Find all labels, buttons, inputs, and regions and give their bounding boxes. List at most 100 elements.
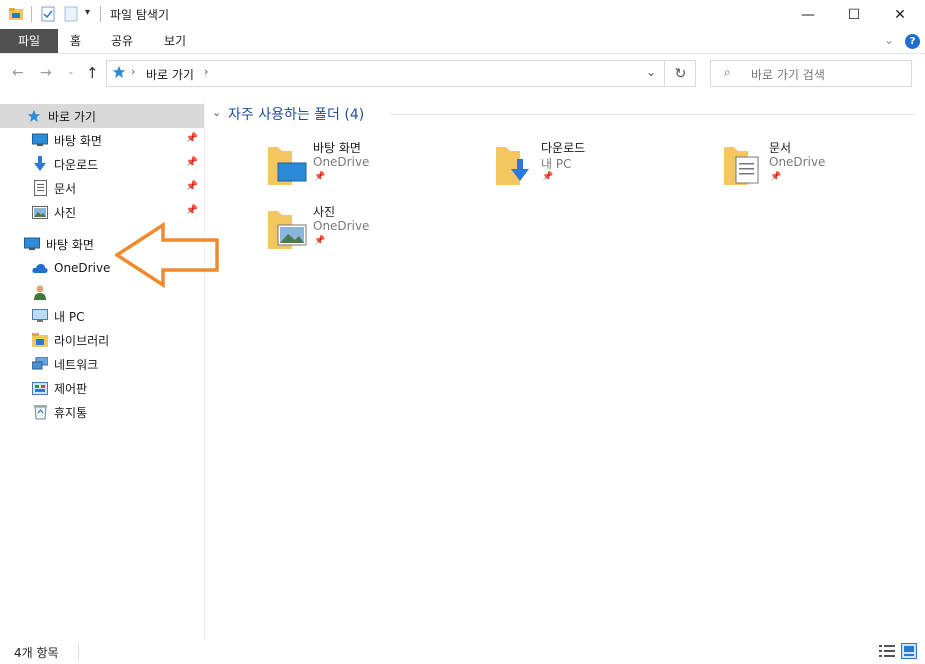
close-button[interactable]: ✕ bbox=[877, 0, 923, 29]
minimize-button[interactable]: — bbox=[785, 0, 831, 29]
up-arrow-icon[interactable]: ↑ bbox=[86, 64, 99, 82]
details-view-icon[interactable] bbox=[879, 644, 895, 661]
refresh-icon: ↻ bbox=[674, 65, 687, 82]
desktop-icon bbox=[24, 236, 40, 252]
pictures-folder-icon bbox=[268, 205, 308, 252]
sidebar-item-label: 문서 bbox=[54, 181, 77, 196]
folder-name: 사진 bbox=[313, 205, 336, 219]
download-icon bbox=[32, 156, 48, 172]
computer-icon bbox=[32, 308, 48, 324]
desktop-icon bbox=[32, 132, 48, 148]
group-header[interactable]: 자주 사용하는 폴더 (4) bbox=[228, 104, 364, 124]
customize-toolbar-icon[interactable]: ▾ bbox=[85, 7, 90, 18]
sidebar-item-label: OneDrive bbox=[54, 261, 111, 275]
search-input[interactable]: ⌕ 바로 가기 검색 bbox=[710, 60, 912, 87]
address-bar[interactable]: › 바로 가기 › ⌄ bbox=[106, 60, 665, 87]
tab-home[interactable]: 홈 bbox=[56, 29, 95, 53]
search-icon: ⌕ bbox=[724, 65, 731, 79]
quick-access-star-icon bbox=[112, 65, 126, 82]
refresh-button[interactable]: ↻ bbox=[666, 60, 696, 87]
separator bbox=[78, 645, 79, 659]
sidebar-item-label: 바로 가기 bbox=[48, 109, 96, 124]
sidebar-item-label: 라이브러리 bbox=[54, 333, 110, 348]
sidebar-item-documents[interactable]: 문서 📌 bbox=[0, 176, 204, 200]
expand-ribbon-icon[interactable]: ⌄ bbox=[884, 33, 894, 47]
sidebar-item-label: 다운로드 bbox=[54, 157, 99, 172]
new-folder-icon[interactable] bbox=[63, 6, 79, 25]
folder-tile-desktop[interactable]: 바탕 화면 OneDrive 📌 bbox=[268, 139, 488, 199]
maximize-icon: ☐ bbox=[847, 6, 861, 23]
sidebar-item-control-panel[interactable]: 제어판 bbox=[0, 376, 204, 400]
sidebar-item-recycle-bin[interactable]: 휴지통 bbox=[0, 400, 204, 424]
folder-location: 내 PC bbox=[541, 157, 572, 171]
sidebar-item-quick-access[interactable]: 바로 가기 bbox=[0, 104, 204, 128]
folder-name: 바탕 화면 bbox=[313, 141, 361, 155]
window-title: 파일 탐색기 bbox=[110, 8, 170, 22]
item-count: 4개 항목 bbox=[14, 646, 59, 660]
recent-locations-icon[interactable]: ⌄ bbox=[67, 67, 75, 77]
navigation-pane: 바로 가기 바탕 화면 📌 다운로드 📌 문서 📌 사진 📌 바탕 화면 One… bbox=[0, 100, 205, 640]
sidebar-item-label: 사진 bbox=[54, 205, 77, 220]
title-bar: ▾ 파일 탐색기 — ☐ ✕ bbox=[0, 0, 925, 29]
folder-tile-pictures[interactable]: 사진 OneDrive 📌 bbox=[268, 203, 488, 263]
pin-icon: 📌 bbox=[314, 172, 326, 182]
pin-icon[interactable]: 📌 bbox=[186, 157, 198, 168]
pin-icon: 📌 bbox=[542, 172, 554, 182]
folder-location: OneDrive bbox=[769, 155, 826, 169]
close-icon: ✕ bbox=[894, 6, 906, 23]
sidebar-item-pictures[interactable]: 사진 📌 bbox=[0, 200, 204, 224]
pin-icon[interactable]: 📌 bbox=[186, 133, 198, 144]
tab-view[interactable]: 보기 bbox=[150, 29, 200, 53]
collapse-group-icon[interactable]: ⌄ bbox=[212, 106, 221, 119]
sidebar-item-network[interactable]: 네트워크 bbox=[0, 352, 204, 376]
large-icons-view-icon[interactable] bbox=[901, 643, 917, 662]
quick-access-star-icon bbox=[26, 108, 42, 124]
pictures-icon bbox=[32, 204, 48, 220]
tab-file[interactable]: 파일 bbox=[0, 29, 58, 53]
folder-tile-documents[interactable]: 문서 OneDrive 📌 bbox=[724, 139, 925, 199]
documents-folder-icon bbox=[724, 141, 764, 188]
folder-location: OneDrive bbox=[313, 155, 370, 169]
maximize-button[interactable]: ☐ bbox=[831, 0, 877, 29]
back-arrow-icon[interactable]: ← bbox=[12, 65, 24, 81]
pin-icon[interactable]: 📌 bbox=[186, 181, 198, 192]
sidebar-item-label: 내 PC bbox=[54, 309, 85, 324]
sidebar-item-label: 바탕 화면 bbox=[46, 237, 94, 252]
pin-icon[interactable]: 📌 bbox=[186, 205, 198, 216]
library-icon bbox=[32, 332, 48, 348]
pin-icon: 📌 bbox=[770, 172, 782, 182]
folder-location: OneDrive bbox=[313, 219, 370, 233]
sidebar-item-label: 제어판 bbox=[54, 381, 88, 396]
control-panel-icon bbox=[32, 380, 48, 396]
minimize-icon: — bbox=[801, 6, 815, 23]
status-bar: 4개 항목 bbox=[0, 640, 925, 664]
search-placeholder: 바로 가기 검색 bbox=[751, 68, 825, 82]
tab-share[interactable]: 공유 bbox=[97, 29, 147, 53]
sidebar-item-label: 바탕 화면 bbox=[54, 133, 102, 148]
user-icon bbox=[32, 284, 48, 300]
ribbon-tabs: 파일 홈 공유 보기 ⌄ ? bbox=[0, 29, 925, 54]
desktop-folder-icon bbox=[268, 141, 308, 188]
downloads-folder-icon bbox=[496, 141, 536, 188]
divider bbox=[390, 114, 915, 115]
separator bbox=[31, 6, 32, 22]
pin-icon: 📌 bbox=[314, 236, 326, 246]
network-icon bbox=[32, 356, 48, 372]
folder-name: 문서 bbox=[769, 141, 792, 155]
folder-tile-downloads[interactable]: 다운로드 내 PC 📌 bbox=[496, 139, 716, 199]
sidebar-item-label: 휴지통 bbox=[54, 405, 88, 420]
chevron-right-icon[interactable]: › bbox=[131, 65, 135, 78]
file-explorer-icon bbox=[8, 6, 24, 25]
forward-arrow-icon[interactable]: → bbox=[40, 65, 52, 81]
address-dropdown-icon[interactable]: ⌄ bbox=[646, 65, 656, 79]
sidebar-item-this-pc[interactable]: 내 PC bbox=[0, 304, 204, 328]
chevron-right-icon[interactable]: › bbox=[204, 65, 208, 78]
annotation-arrow-icon bbox=[115, 222, 219, 288]
help-icon[interactable]: ? bbox=[905, 34, 920, 49]
sidebar-item-libraries[interactable]: 라이브러리 bbox=[0, 328, 204, 352]
sidebar-item-downloads[interactable]: 다운로드 📌 bbox=[0, 152, 204, 176]
breadcrumb-quick-access[interactable]: 바로 가기 bbox=[146, 66, 194, 83]
sidebar-item-desktop-pinned[interactable]: 바탕 화면 📌 bbox=[0, 128, 204, 152]
properties-icon[interactable] bbox=[40, 6, 56, 25]
separator bbox=[100, 6, 101, 22]
